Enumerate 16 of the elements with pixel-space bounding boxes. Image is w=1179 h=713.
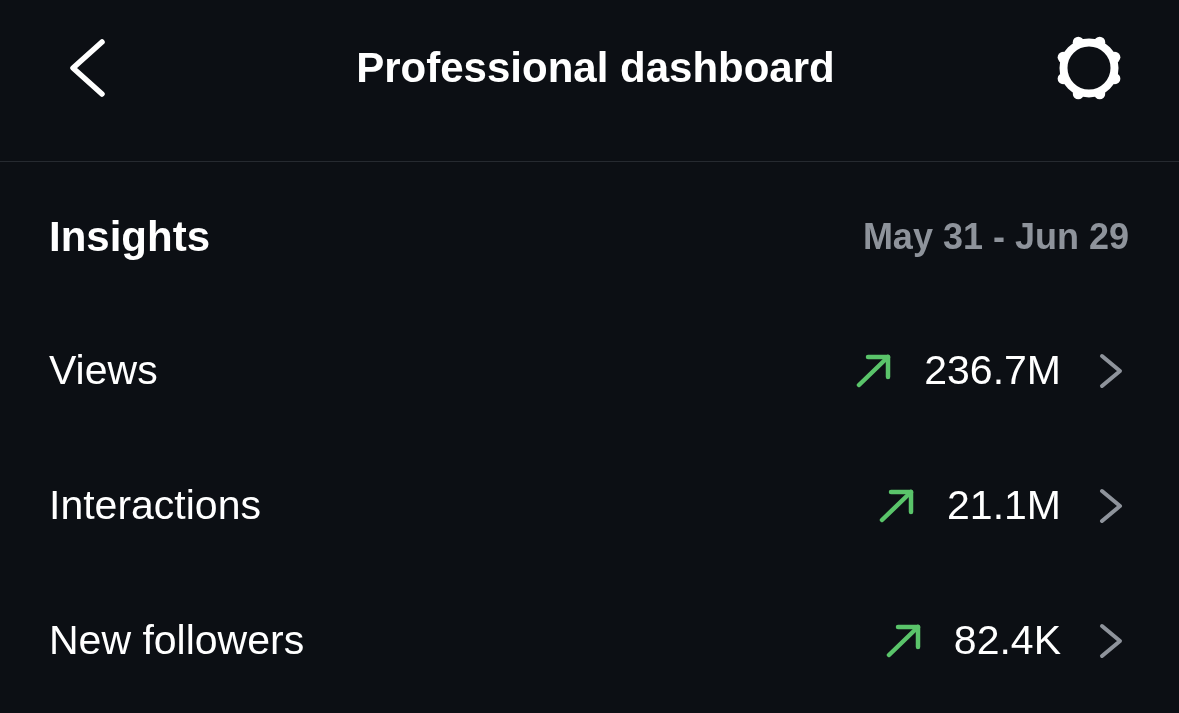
screen-title: Professional dashboard	[355, 43, 836, 92]
metric-value: 236.7M	[924, 347, 1061, 394]
section-title: Insights	[49, 212, 210, 261]
back-button[interactable]	[68, 37, 106, 98]
chevron-right-icon	[1099, 352, 1123, 389]
metric-row[interactable]: New followers 82.4K	[0, 573, 1179, 708]
metric-label: New followers	[49, 617, 306, 664]
metric-value: 82.4K	[953, 617, 1061, 664]
metric-row[interactable]: Interactions 21.1M	[0, 438, 1179, 573]
date-range: May 31 - Jun 29	[862, 215, 1129, 258]
metric-label: Interactions	[49, 482, 262, 529]
chevron-right-icon	[1099, 487, 1123, 524]
metric-value: 21.1M	[947, 482, 1061, 529]
metric-row[interactable]: Views 236.7M	[0, 303, 1179, 438]
chevron-right-icon	[1099, 622, 1123, 659]
metric-label: Views	[49, 347, 159, 394]
